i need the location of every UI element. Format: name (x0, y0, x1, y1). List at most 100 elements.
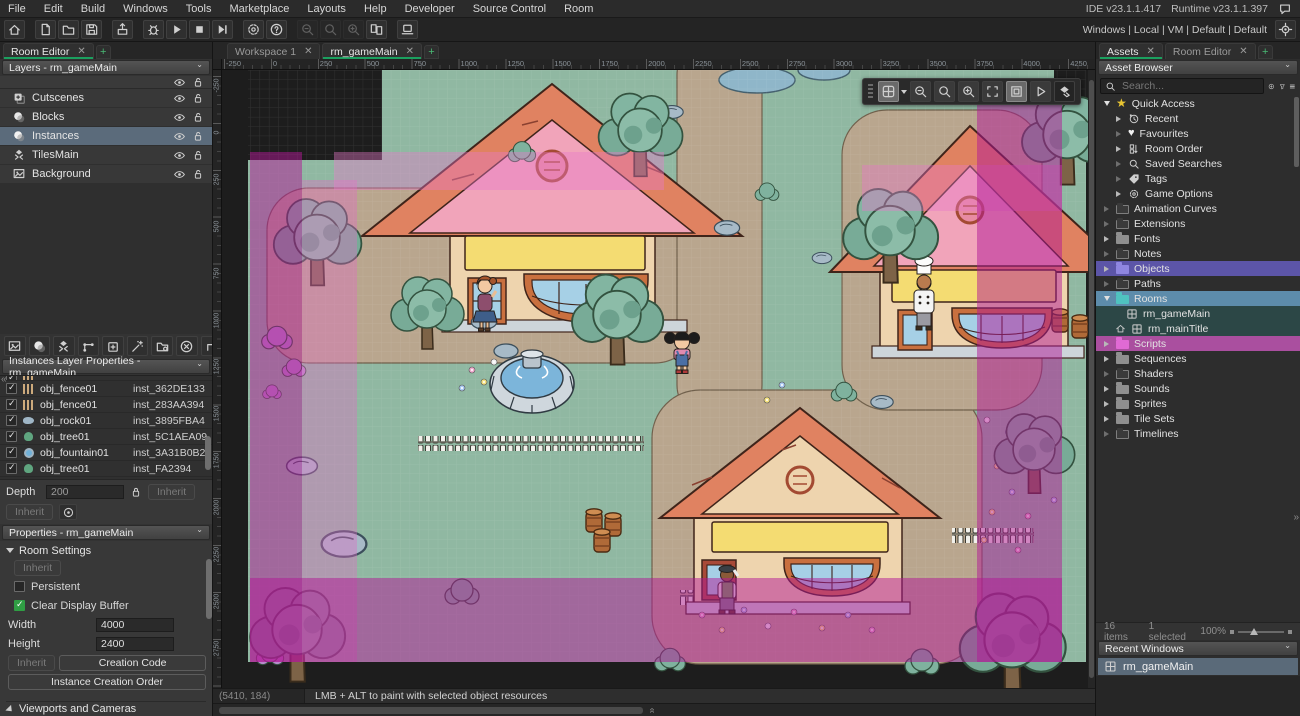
unlock-icon[interactable] (192, 149, 204, 161)
instance-checkbox[interactable] (6, 399, 17, 410)
instance-checkbox[interactable] (6, 415, 17, 426)
instance-row[interactable]: obj_fountain01 inst_3A31B0B2 (0, 445, 212, 461)
eye-icon[interactable] (173, 168, 186, 181)
collapsed-icon[interactable] (1116, 191, 1121, 197)
menu-file[interactable]: File (8, 3, 26, 15)
layer-target-icon[interactable] (59, 504, 77, 520)
menu-source-control[interactable]: Source Control (473, 3, 546, 15)
persistent-checkbox[interactable] (14, 581, 25, 592)
creation-code-button[interactable]: Creation Code (59, 655, 206, 671)
menu-tools[interactable]: Tools (186, 3, 212, 15)
tree-tile-sets[interactable]: Tile Sets (1096, 411, 1300, 426)
search-input[interactable] (1120, 79, 1259, 93)
collapsed-icon[interactable] (1104, 341, 1109, 347)
canvas-zoom-reset-button[interactable] (934, 81, 955, 102)
collapsed-icon[interactable] (1104, 386, 1109, 392)
canvas-zoom-in-button[interactable] (958, 81, 979, 102)
instance-list-scrollbar[interactable] (205, 436, 211, 470)
tab-assets[interactable]: Assets (1099, 43, 1163, 59)
viewports-section-header[interactable]: Viewports and Cameras (6, 701, 206, 716)
close-tab-icon[interactable] (406, 46, 414, 57)
collapsed-icon[interactable] (1104, 281, 1109, 287)
tree-scripts[interactable]: Scripts (1096, 336, 1300, 351)
expanded-icon[interactable] (1104, 101, 1110, 106)
layer-row-cutscenes[interactable]: Cutscenes (0, 89, 212, 108)
layer-row-tilesmain[interactable]: TilesMain (0, 146, 212, 165)
horizontal-scrollbar-thumb[interactable] (219, 707, 643, 714)
unlock-icon[interactable] (192, 130, 204, 142)
menu-help[interactable]: Help (364, 3, 387, 15)
collapse-right-panel-icon[interactable] (1293, 512, 1299, 523)
tree-quick-access[interactable]: Quick Access (1096, 96, 1300, 111)
debugger-windows-button[interactable] (366, 20, 387, 39)
toolbar-drag-handle[interactable] (868, 84, 873, 100)
room-height-input[interactable] (96, 637, 174, 651)
collapsed-icon[interactable] (1104, 221, 1109, 227)
lock-icon[interactable] (130, 486, 142, 498)
instance-creation-order-button[interactable]: Instance Creation Order (8, 674, 206, 690)
collapsed-icon[interactable] (1104, 371, 1109, 377)
menu-room[interactable]: Room (564, 3, 593, 15)
unlock-icon[interactable] (192, 111, 204, 123)
menu-edit[interactable]: Edit (44, 3, 63, 15)
tree-fonts[interactable]: Fonts (1096, 231, 1300, 246)
target-manager-button[interactable] (397, 20, 418, 39)
canvas-zoom-out-button[interactable] (910, 81, 931, 102)
collapsed-icon[interactable] (1116, 146, 1121, 152)
instance-checkbox[interactable] (6, 431, 17, 442)
tree-room-rm-maintitle[interactable]: rm_mainTitle (1096, 321, 1300, 336)
asset-browser-header[interactable]: Asset Browser (1098, 60, 1298, 75)
menu-build[interactable]: Build (81, 3, 105, 15)
collapsed-icon[interactable] (1104, 431, 1109, 437)
instances-layer-properties-header[interactable]: Instances Layer Properties - rm_gameMain (2, 359, 210, 374)
open-project-button[interactable] (58, 20, 79, 39)
tree-room-rm-gamemain[interactable]: rm_gameMain (1096, 306, 1300, 321)
close-tab-icon[interactable] (1239, 46, 1247, 57)
animate-preview-button[interactable] (1030, 81, 1051, 102)
instance-checkbox[interactable] (6, 463, 17, 474)
tree-recent[interactable]: Recent (1096, 111, 1300, 126)
zoom-slider-thumb[interactable] (1250, 628, 1258, 635)
zoom-out-button[interactable] (297, 20, 318, 39)
depth-inherit-button[interactable]: Inherit (148, 484, 195, 500)
npc-chef[interactable] (914, 256, 934, 330)
paint-mode-button[interactable] (1054, 81, 1075, 102)
tab-workspace-1[interactable]: Workspace 1 (227, 43, 320, 59)
room-inherit-button[interactable]: Inherit (14, 560, 61, 576)
add-asset-icon[interactable] (1268, 80, 1275, 93)
preferences-button[interactable] (243, 20, 264, 39)
layer-more-button[interactable] (201, 336, 213, 356)
tree-paths[interactable]: Paths (1096, 276, 1300, 291)
menu-windows[interactable]: Windows (123, 3, 168, 15)
close-tab-icon[interactable] (77, 46, 85, 57)
tree-sounds[interactable]: Sounds (1096, 381, 1300, 396)
collapsed-icon[interactable] (1104, 401, 1109, 407)
filter-icon[interactable] (1279, 80, 1286, 93)
grid-toggle-button[interactable] (878, 81, 899, 102)
eye-icon[interactable] (173, 111, 186, 124)
close-tab-icon[interactable] (304, 46, 312, 57)
build-target-summary[interactable]: Windows | Local | VM | Default | Default (1083, 24, 1267, 36)
instance-row[interactable]: obj_fence01 inst_283AA394 (0, 397, 212, 413)
properties-scrollbar[interactable] (206, 559, 212, 619)
save-project-button[interactable] (81, 20, 102, 39)
room-canvas[interactable] (222, 70, 1095, 688)
instance-checkbox[interactable] (6, 383, 17, 394)
eye-icon[interactable] (173, 92, 186, 105)
tree-timelines[interactable]: Timelines (1096, 426, 1300, 441)
tree-tags[interactable]: Tags (1096, 171, 1300, 186)
stop-button[interactable] (189, 20, 210, 39)
tree-objects[interactable]: Objects (1096, 261, 1300, 276)
layer-row-instances-selected[interactable]: Instances (0, 127, 212, 146)
new-path-layer-button[interactable] (78, 336, 100, 356)
menu-layouts[interactable]: Layouts (307, 3, 346, 15)
tree-shaders[interactable]: Shaders (1096, 366, 1300, 381)
expand-output-icon[interactable] (646, 708, 657, 714)
new-background-layer-button[interactable] (4, 336, 26, 356)
tab-rm-gamemain[interactable]: rm_gameMain (322, 43, 422, 59)
collapsed-icon[interactable] (1116, 131, 1121, 137)
room-width-input[interactable] (96, 618, 174, 632)
collapsed-icon[interactable] (1104, 356, 1109, 362)
tree-room-order[interactable]: Room Order (1096, 141, 1300, 156)
create-executable-button[interactable] (112, 20, 133, 39)
